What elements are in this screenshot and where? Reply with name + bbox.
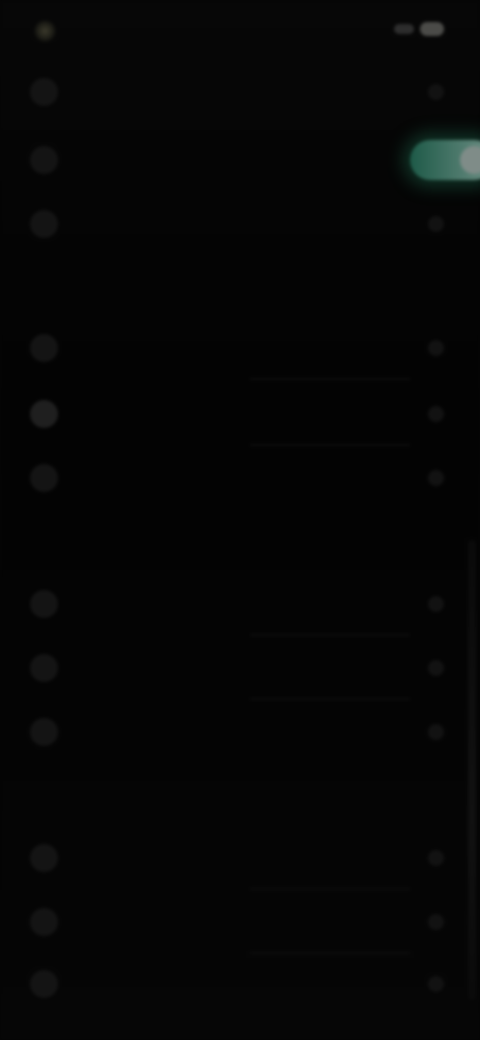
row-icon [30, 654, 58, 682]
row-icon [30, 146, 58, 174]
settings-row[interactable] [0, 890, 470, 954]
settings-row[interactable] [0, 316, 470, 380]
row-icon [30, 970, 58, 998]
settings-list [0, 0, 480, 1040]
chevron-icon [428, 470, 444, 486]
settings-row[interactable] [0, 700, 470, 764]
chevron-icon [428, 216, 444, 232]
row-icon [30, 590, 58, 618]
chevron-icon [428, 84, 444, 100]
settings-row[interactable] [0, 382, 470, 446]
chevron-icon [428, 660, 444, 676]
chevron-icon [428, 914, 444, 930]
settings-row[interactable] [0, 636, 470, 700]
settings-row[interactable] [0, 952, 470, 1016]
row-divider [250, 378, 410, 380]
chevron-icon [428, 596, 444, 612]
toggle-switch[interactable] [410, 140, 480, 180]
settings-row-top-2[interactable] [0, 128, 470, 192]
toggle-knob [460, 146, 480, 174]
settings-row-top-1[interactable] [0, 60, 470, 124]
row-icon [30, 400, 58, 428]
row-icon [30, 78, 58, 106]
settings-row[interactable] [0, 572, 470, 636]
chevron-icon [428, 850, 444, 866]
chevron-icon [428, 340, 444, 356]
scrollbar[interactable] [468, 540, 476, 1000]
row-icon [30, 334, 58, 362]
chevron-icon [428, 976, 444, 992]
settings-row-top-3[interactable] [0, 192, 470, 256]
settings-row[interactable] [0, 826, 470, 890]
row-icon [30, 844, 58, 872]
row-icon [30, 464, 58, 492]
chevron-icon [428, 724, 444, 740]
settings-row[interactable] [0, 446, 470, 510]
row-icon [30, 908, 58, 936]
row-icon [30, 210, 58, 238]
settings-screen [0, 0, 480, 1040]
row-icon [30, 718, 58, 746]
chevron-icon [428, 406, 444, 422]
